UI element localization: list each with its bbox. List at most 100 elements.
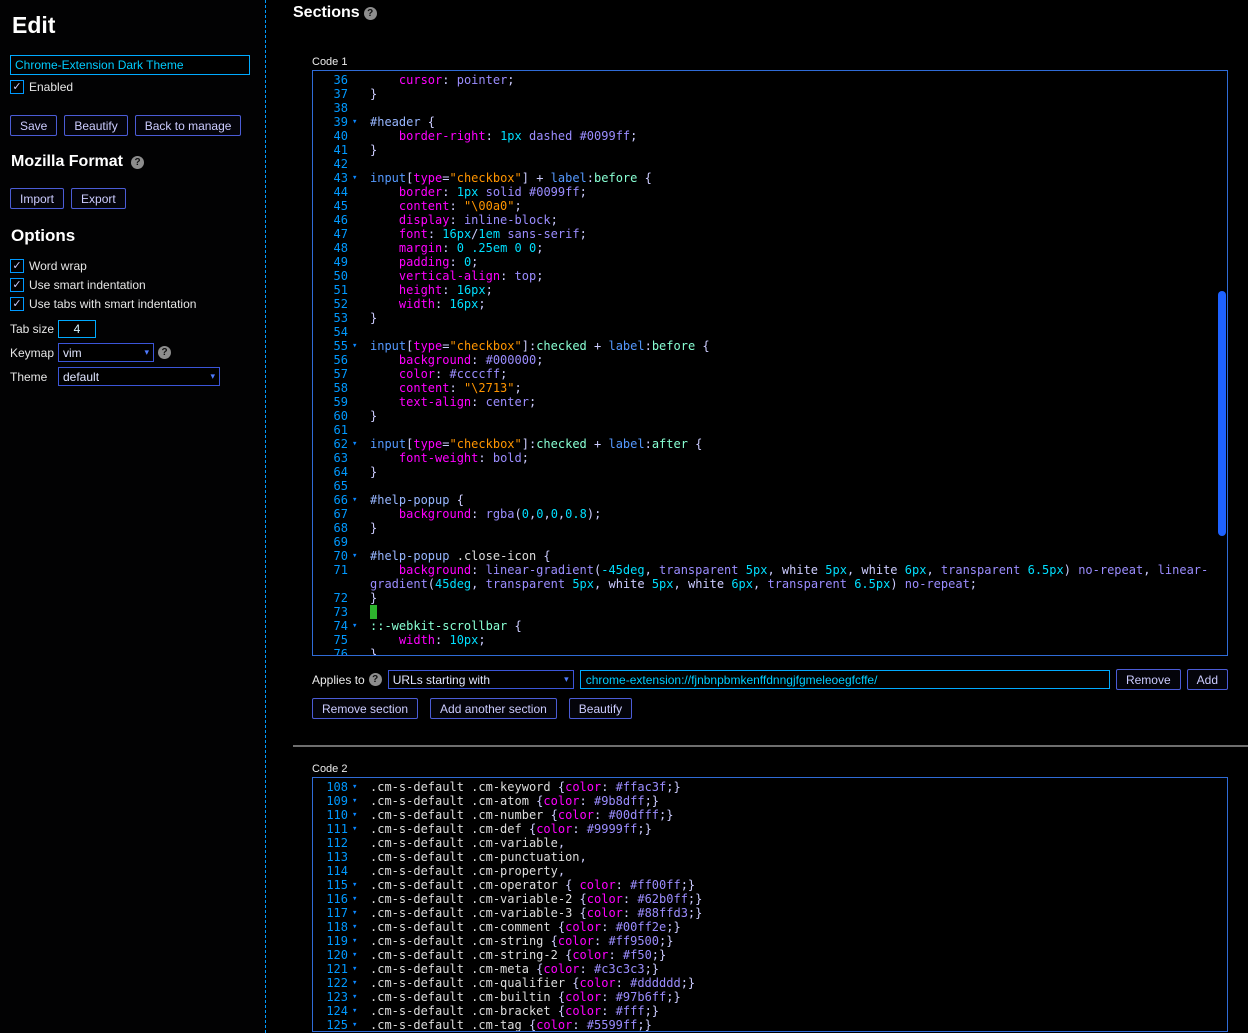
line-number-gutter[interactable]: 113 xyxy=(313,850,367,864)
code-line-text[interactable]: text-align: center; xyxy=(367,395,1227,409)
line-number-gutter[interactable]: 118▾ xyxy=(313,920,367,934)
keymap-select[interactable]: vim ▾ xyxy=(58,343,154,362)
line-number-gutter[interactable]: 124▾ xyxy=(313,1004,367,1018)
fold-arrow-icon[interactable]: ▾ xyxy=(348,920,364,934)
smart-indent-checkbox[interactable]: ✓ xyxy=(10,278,24,292)
line-number-gutter[interactable]: 65 xyxy=(313,479,367,493)
code-line[interactable]: gradient(45deg, transparent 5px, white 5… xyxy=(313,577,1227,591)
line-number-gutter[interactable]: 60 xyxy=(313,409,367,423)
code-line[interactable]: 45 content: "\00a0"; xyxy=(313,199,1227,213)
code-line-text[interactable]: background: rgba(0,0,0,0.8); xyxy=(367,507,1227,521)
code-line[interactable]: 58 content: "\2713"; xyxy=(313,381,1227,395)
code-line-text[interactable]: .cm-s-default .cm-number {color: #00dfff… xyxy=(367,808,1227,822)
code-line-text[interactable] xyxy=(367,101,1227,115)
fold-arrow-icon[interactable]: ▾ xyxy=(348,619,364,633)
line-number-gutter[interactable]: 55▾ xyxy=(313,339,367,353)
code-line-text[interactable]: gradient(45deg, transparent 5px, white 5… xyxy=(367,577,1227,591)
code-line[interactable]: 75 width: 10px; xyxy=(313,633,1227,647)
code-line[interactable]: 64} xyxy=(313,465,1227,479)
code-line[interactable]: 56 background: #000000; xyxy=(313,353,1227,367)
fold-arrow-icon[interactable]: ▾ xyxy=(348,780,364,794)
code-line[interactable]: 54 xyxy=(313,325,1227,339)
enabled-checkbox-row[interactable]: ✓ Enabled xyxy=(10,80,255,94)
line-number-gutter[interactable]: 62▾ xyxy=(313,437,367,451)
code-line[interactable]: 53} xyxy=(313,311,1227,325)
code-line-text[interactable]: input[type="checkbox"]:checked + label:a… xyxy=(367,437,1227,451)
code-line-text[interactable]: .cm-s-default .cm-bracket {color: #fff;} xyxy=(367,1004,1227,1018)
fold-arrow-icon[interactable]: ▾ xyxy=(348,976,364,990)
code-line-text[interactable]: } xyxy=(367,311,1227,325)
code-line[interactable]: 44 border: 1px solid #0099ff; xyxy=(313,185,1227,199)
code-line-text[interactable]: color: #ccccff; xyxy=(367,367,1227,381)
line-number-gutter[interactable]: 37 xyxy=(313,87,367,101)
code-line-text[interactable]: font: 16px/1em sans-serif; xyxy=(367,227,1227,241)
code-line-text[interactable]: .cm-s-default .cm-property, xyxy=(367,864,1227,878)
code-line[interactable]: 71 background: linear-gradient(-45deg, t… xyxy=(313,563,1227,577)
code-line-text[interactable]: display: inline-block; xyxy=(367,213,1227,227)
code-line-text[interactable]: padding: 0; xyxy=(367,255,1227,269)
line-number-gutter[interactable]: 43▾ xyxy=(313,171,367,185)
code-line-text[interactable] xyxy=(367,535,1227,549)
line-number-gutter[interactable] xyxy=(313,577,367,591)
line-number-gutter[interactable]: 39▾ xyxy=(313,115,367,129)
fold-arrow-icon[interactable]: ▾ xyxy=(348,339,364,353)
code-line-text[interactable]: vertical-align: top; xyxy=(367,269,1227,283)
word-wrap-checkbox[interactable]: ✓ xyxy=(10,259,24,273)
code-line[interactable]: 118▾.cm-s-default .cm-comment {color: #0… xyxy=(313,920,1227,934)
add-another-section-button[interactable]: Add another section xyxy=(430,698,557,719)
line-number-gutter[interactable]: 109▾ xyxy=(313,794,367,808)
line-number-gutter[interactable]: 72 xyxy=(313,591,367,605)
code-editor-2[interactable]: 108▾.cm-s-default .cm-keyword {color: #f… xyxy=(312,777,1228,1032)
line-number-gutter[interactable]: 45 xyxy=(313,199,367,213)
code-line-text[interactable]: height: 16px; xyxy=(367,283,1227,297)
code-line[interactable]: 40 border-right: 1px dashed #0099ff; xyxy=(313,129,1227,143)
code-line-text[interactable]: input[type="checkbox"]:checked + label:b… xyxy=(367,339,1227,353)
code-line[interactable]: 43▾input[type="checkbox"] + label:before… xyxy=(313,171,1227,185)
code-line-text[interactable]: .cm-s-default .cm-keyword {color: #ffac3… xyxy=(367,780,1227,794)
line-number-gutter[interactable]: 71 xyxy=(313,563,367,577)
line-number-gutter[interactable]: 54 xyxy=(313,325,367,339)
code-line-text[interactable] xyxy=(367,479,1227,493)
code-line-text[interactable]: border: 1px solid #0099ff; xyxy=(367,185,1227,199)
line-number-gutter[interactable]: 67 xyxy=(313,507,367,521)
code-line[interactable]: 47 font: 16px/1em sans-serif; xyxy=(313,227,1227,241)
smart-indent-checkbox-row[interactable]: ✓ Use smart indentation xyxy=(10,278,255,292)
code-line[interactable]: 48 margin: 0 .25em 0 0; xyxy=(313,241,1227,255)
enabled-checkbox[interactable]: ✓ xyxy=(10,80,24,94)
line-number-gutter[interactable]: 108▾ xyxy=(313,780,367,794)
line-number-gutter[interactable]: 63 xyxy=(313,451,367,465)
line-number-gutter[interactable]: 56 xyxy=(313,353,367,367)
line-number-gutter[interactable]: 47 xyxy=(313,227,367,241)
line-number-gutter[interactable]: 76 xyxy=(313,647,367,656)
line-number-gutter[interactable]: 115▾ xyxy=(313,878,367,892)
code-line[interactable]: 115▾.cm-s-default .cm-operator { color: … xyxy=(313,878,1227,892)
code-line[interactable]: 121▾.cm-s-default .cm-meta {color: #c3c3… xyxy=(313,962,1227,976)
code-line-text[interactable] xyxy=(367,423,1227,437)
line-number-gutter[interactable]: 64 xyxy=(313,465,367,479)
code-line[interactable]: 119▾.cm-s-default .cm-string {color: #ff… xyxy=(313,934,1227,948)
code-line[interactable]: 66▾#help-popup { xyxy=(313,493,1227,507)
code-line[interactable]: 112.cm-s-default .cm-variable, xyxy=(313,836,1227,850)
line-number-gutter[interactable]: 57 xyxy=(313,367,367,381)
fold-arrow-icon[interactable]: ▾ xyxy=(348,437,364,451)
code-line[interactable]: 61 xyxy=(313,423,1227,437)
add-applies-button[interactable]: Add xyxy=(1187,669,1228,690)
line-number-gutter[interactable]: 110▾ xyxy=(313,808,367,822)
line-number-gutter[interactable]: 121▾ xyxy=(313,962,367,976)
remove-section-button[interactable]: Remove section xyxy=(312,698,418,719)
code-line-text[interactable]: .cm-s-default .cm-string-2 {color: #f50;… xyxy=(367,948,1227,962)
code-line[interactable]: 55▾input[type="checkbox"]:checked + labe… xyxy=(313,339,1227,353)
line-number-gutter[interactable]: 50 xyxy=(313,269,367,283)
line-number-gutter[interactable]: 68 xyxy=(313,521,367,535)
code-line[interactable]: 70▾#help-popup .close-icon { xyxy=(313,549,1227,563)
code-line[interactable]: 69 xyxy=(313,535,1227,549)
code-line-text[interactable]: .cm-s-default .cm-variable-2 {color: #62… xyxy=(367,892,1227,906)
code-line[interactable]: 59 text-align: center; xyxy=(313,395,1227,409)
sections-help-icon[interactable]: ? xyxy=(364,7,377,20)
code-editor-1[interactable]: 36 cursor: pointer;37}3839▾#header {40 b… xyxy=(312,70,1228,656)
export-button[interactable]: Export xyxy=(71,188,126,209)
code-line-text[interactable]: .cm-s-default .cm-variable-3 {color: #88… xyxy=(367,906,1227,920)
mozilla-format-help-icon[interactable]: ? xyxy=(131,156,144,169)
fold-arrow-icon[interactable]: ▾ xyxy=(348,493,364,507)
code-line[interactable]: 114.cm-s-default .cm-property, xyxy=(313,864,1227,878)
